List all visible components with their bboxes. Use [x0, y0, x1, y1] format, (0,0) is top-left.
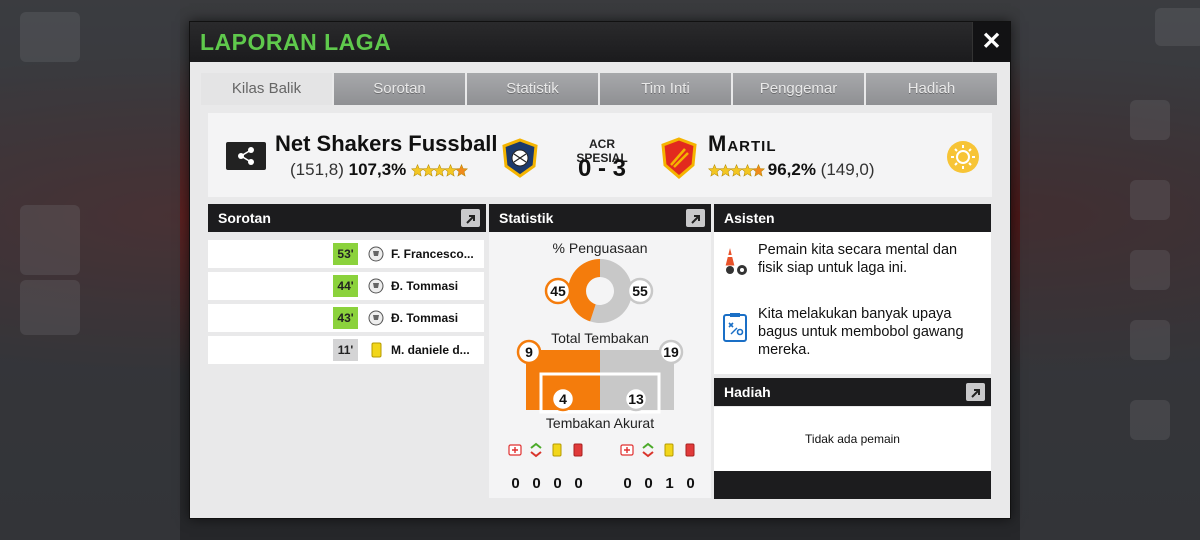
close-button[interactable]: ✕ — [972, 22, 1010, 62]
home-team-stats: (151,8) 107,3% — [290, 160, 469, 182]
event-player: F. Francesco... — [391, 247, 474, 261]
expand-arrow-icon — [466, 215, 475, 224]
tab-penggemar[interactable]: Penggemar — [733, 73, 864, 105]
shots-on-target-label: Tembakan Akurat — [545, 415, 655, 431]
star-icon — [455, 164, 469, 177]
event-minute: 11' — [333, 339, 358, 361]
away-team-stats: 96,2% (149,0) — [708, 160, 875, 182]
stats-graphics: 45 55 9 19 4 13 — [508, 259, 695, 458]
home-yellow-card-icon — [552, 443, 562, 457]
background-left-menu — [0, 0, 180, 540]
dialog-title: LAPORAN LAGA — [200, 29, 392, 55]
list-item[interactable]: 11' M. daniele d... — [208, 336, 484, 364]
assistant-panel-header: Asisten — [714, 204, 991, 232]
highlights-expand-button[interactable] — [461, 209, 480, 227]
tactics-board-icon — [723, 313, 747, 342]
home-team-rating: (151,8) — [290, 160, 344, 179]
stats-title: Statistik — [499, 210, 554, 226]
event-minute: 44' — [333, 275, 358, 297]
home-crest-icon — [502, 138, 538, 178]
shots-away-value: 19 — [663, 344, 679, 360]
home-substitution-icon — [530, 442, 542, 449]
dialog-header: LAPORAN LAGA ✕ — [190, 22, 1010, 62]
share-button[interactable] — [226, 142, 266, 170]
expand-arrow-icon — [971, 389, 980, 398]
ball-icon — [368, 246, 384, 262]
possession-home-value: 45 — [550, 283, 566, 299]
away-team-rating: (149,0) — [820, 160, 875, 179]
rewards-panel-header: Hadiah — [714, 378, 991, 406]
away-red-count: 0 — [686, 475, 695, 492]
stats-expand-button[interactable] — [686, 209, 705, 227]
tab-bar: Kilas Balik Sorotan Statistik Tim Inti P… — [201, 73, 997, 105]
match-score: 0 - 3 — [577, 155, 627, 182]
away-team-name: Martil — [708, 131, 777, 156]
home-red-card-icon — [573, 443, 583, 457]
rewards-title: Hadiah — [724, 384, 771, 400]
ball-icon — [368, 278, 384, 294]
total-shots-label: Total Tembakan — [551, 330, 649, 346]
rewards-empty-text: Tidak ada pemain — [805, 432, 900, 446]
event-player: M. daniele d... — [391, 343, 470, 357]
share-icon — [238, 147, 254, 165]
home-red-count: 0 — [574, 475, 583, 492]
away-yellow-card-icon — [664, 443, 674, 457]
home-discipline-counts: 0000 — [505, 475, 589, 492]
match-summary-banner: Net Shakers Fussball (151,8) 107,3% ACR … — [208, 113, 992, 197]
rewards-panel-body: Tidak ada pemain — [714, 407, 991, 471]
away-injury-count: 0 — [623, 475, 632, 492]
highlights-list: 53' F. Francesco... 44' Đ. Tommasi 43' Đ… — [208, 240, 484, 368]
event-player: Đ. Tommasi — [391, 311, 459, 325]
event-player: Đ. Tommasi — [391, 279, 459, 293]
list-item[interactable]: 53' F. Francesco... — [208, 240, 484, 268]
home-team-percent: 107,3% — [348, 160, 407, 179]
away-star-rating — [708, 162, 765, 182]
assistant-title: Asisten — [724, 210, 775, 226]
home-injury-count: 0 — [511, 475, 520, 492]
home-yellow-count: 0 — [553, 475, 562, 492]
list-item[interactable]: 43' Đ. Tommasi — [208, 304, 484, 332]
tab-kilas-balik[interactable]: Kilas Balik — [201, 73, 332, 105]
away-discipline-counts: 0010 — [617, 475, 701, 492]
rewards-expand-button[interactable] — [966, 383, 985, 401]
away-yellow-count: 1 — [665, 475, 674, 492]
away-crest-icon — [661, 137, 697, 179]
background-right-menu — [1020, 0, 1200, 540]
sun-icon — [947, 141, 979, 173]
shots-home-value: 9 — [525, 344, 533, 360]
on-target-away-value: 13 — [628, 391, 644, 407]
away-substitution-count: 0 — [644, 475, 653, 492]
away-team-percent: 96,2% — [767, 160, 816, 179]
tab-tim-inti[interactable]: Tim Inti — [600, 73, 731, 105]
home-substitution-count: 0 — [532, 475, 541, 492]
away-red-card-icon — [685, 443, 695, 457]
highlights-title: Sorotan — [218, 210, 271, 226]
list-item[interactable]: 44' Đ. Tommasi — [208, 272, 484, 300]
away-substitution-icon — [642, 442, 654, 449]
assistant-panel-body: Pemain kita secara mental dan fisik siap… — [714, 232, 991, 374]
tab-statistik[interactable]: Statistik — [467, 73, 598, 105]
home-star-rating — [411, 162, 469, 182]
assistant-tip: Pemain kita secara mental dan fisik siap… — [758, 242, 958, 276]
cones-icon — [724, 245, 747, 275]
stats-panel-header: Statistik — [489, 204, 711, 232]
home-team-name: Net Shakers Fussball — [275, 131, 498, 156]
tab-hadiah[interactable]: Hadiah — [866, 73, 997, 105]
possession-away-value: 55 — [632, 283, 648, 299]
highlights-panel-header: Sorotan — [208, 204, 486, 232]
event-minute: 43' — [333, 307, 358, 329]
star-icon — [752, 164, 765, 177]
tab-sorotan[interactable]: Sorotan — [334, 73, 465, 105]
yellow-card-icon — [371, 342, 382, 358]
ball-icon — [368, 310, 384, 326]
assistant-tip: Kita melakukan banyak upaya bagus untuk … — [758, 306, 964, 358]
rewards-panel-footer — [714, 471, 991, 499]
on-target-home-value: 4 — [559, 391, 567, 407]
stats-panel-body: % Penguasaan 45 55 9 19 4 13 Total Tembakan T… — [489, 232, 711, 498]
expand-arrow-icon — [691, 215, 700, 224]
event-minute: 53' — [333, 243, 358, 265]
